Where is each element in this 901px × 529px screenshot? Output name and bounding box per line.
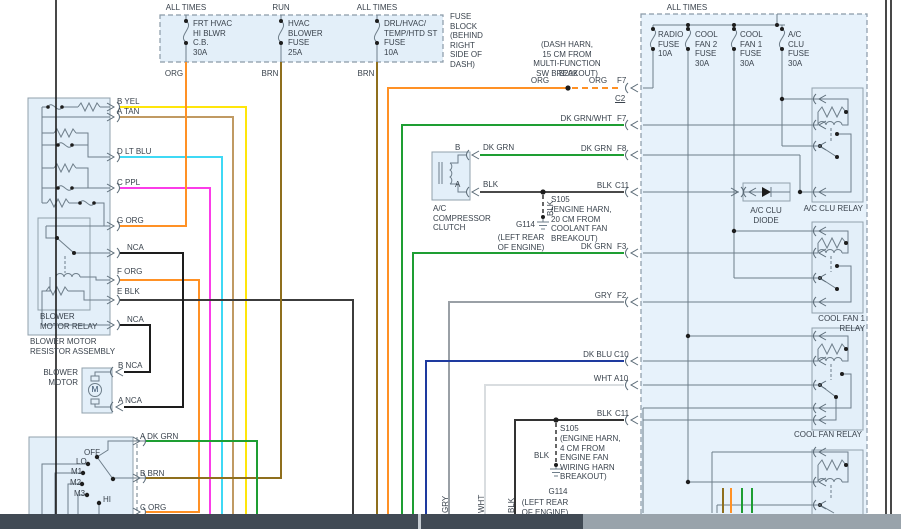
connector-c10: C10: [614, 350, 629, 360]
splice-s105-lower-note: (ENGINE HARN, 4 CM FROM ENGINE FAN WIRIN…: [560, 434, 620, 482]
wire-label-dk-grn-1: DK GRN: [532, 144, 612, 154]
horizontal-scrollbar-thumb[interactable]: [0, 514, 583, 529]
wire-brn-fuse2: [146, 62, 281, 478]
wiring-diagram-page: HOT AT ALL TIMES HOT IN RUN HOT AT ALL T…: [0, 0, 901, 529]
switch-pin-c: C ORG: [140, 503, 166, 513]
clutch-pin-a: A: [455, 180, 460, 190]
splice-s105-lower: S105: [560, 424, 579, 434]
switch-pin-a: A DK GRN: [140, 432, 178, 442]
wiring-diagram-svg: [0, 0, 901, 529]
wire-label-gry: GRY: [532, 291, 612, 301]
resistor-pin-b: B YEL: [117, 97, 140, 107]
ground-g114-upper-note: (LEFT REAR OF ENGINE): [498, 233, 545, 252]
header-hot-in-run: HOT IN RUN: [268, 0, 295, 12]
wire-label-dk-blu: DK BLU: [532, 350, 612, 360]
ground-g114-lower: G114: [549, 487, 568, 497]
resistor-pin-nca-1: NCA: [127, 243, 144, 253]
resistor-pin-e: E BLK: [117, 287, 140, 297]
wire-label-gry-rot: GRY: [441, 496, 451, 513]
wire-label-org-left: ORG: [531, 76, 549, 86]
resistor-pin-c: C PPL: [117, 178, 140, 188]
splice-s202-label: S202: [559, 69, 578, 79]
clutch-name: A/C COMPRESSOR CLUTCH: [433, 204, 491, 233]
fuse-ac-clu-label: A/C CLU FUSE 30A: [788, 30, 809, 68]
wire-label-wht-rot: WHT: [477, 495, 487, 513]
fuse-frt-hvac-label: FRT HVAC HI BLWR C.B. 30A: [193, 19, 232, 57]
wire-label-blk-1: BLK: [532, 181, 612, 191]
scrollbar-notch: [418, 514, 421, 529]
connector-a10: A10: [614, 374, 628, 384]
connector-c2: C2: [615, 94, 625, 104]
wire-label-org-right: ORG: [589, 76, 607, 86]
switch-pin-b: B BRN: [140, 469, 164, 479]
switch-pos-lo: LO: [76, 457, 87, 467]
wire-label-brn-1: BRN: [262, 69, 279, 79]
connector-f8: F8: [617, 144, 626, 154]
connector-f3: F3: [617, 242, 626, 252]
wire-label-blk-rot-1: BLK: [546, 201, 556, 216]
blower-motor-resistor-assembly-label: BLOWER MOTOR RESISTOR ASSEMBLY: [30, 337, 115, 356]
wire-lt-blu: [120, 157, 222, 529]
header-hot-at-all-times-2: HOT AT ALL TIMES: [357, 0, 397, 12]
ground-g114-upper: G114: [516, 220, 535, 230]
fuse-cool-fan-2-label: COOL FAN 2 FUSE 30A: [695, 30, 718, 68]
connector-f7-a: F7: [617, 76, 626, 86]
wire-label-blk-2: BLK: [532, 409, 612, 419]
clutch-pin-b: B: [455, 143, 460, 153]
resistor-pin-g: G ORG: [117, 216, 144, 226]
motor-m-symbol: M: [92, 385, 99, 395]
resistor-pin-d: D LT BLU: [117, 147, 151, 157]
fuse-radio-label: RADIO FUSE 10A: [658, 30, 683, 59]
cool-fan-relay-box: [812, 328, 863, 430]
ac-clu-relay-label: A/C CLU RELAY: [793, 204, 863, 214]
switch-pos-m1: M1: [71, 467, 82, 477]
motor-pin-a: A NCA: [118, 396, 142, 406]
wire-label-dk-grn-wht: DK GRN/WHT: [532, 114, 612, 124]
switch-pos-hi: HI: [103, 495, 111, 505]
header-hot-at-all-times-3: HOT AT ALL TIMES: [667, 0, 707, 12]
connector-f7-b: F7: [617, 114, 626, 124]
horizontal-scrollbar-track[interactable]: [0, 514, 901, 529]
motor-pin-b: B NCA: [118, 361, 142, 371]
connector-f2: F2: [617, 291, 626, 301]
header-hot-at-all-times-1: HOT AT ALL TIMES: [166, 0, 206, 12]
wire-label-wht: WHT: [532, 374, 612, 384]
cool-fan-relay-label: COOL FAN RELAY: [792, 430, 862, 440]
wire-label-blk-3: BLK: [534, 451, 549, 461]
clutch-pin-b-color: DK GRN: [483, 143, 514, 153]
resistor-pin-nca-2: NCA: [127, 315, 144, 325]
switch-pos-m3: M3: [74, 489, 85, 499]
connector-c11-a: C11: [615, 181, 629, 191]
cool-fan-1-relay-label: COOL FAN 1 RELAY: [793, 314, 865, 333]
ac-clu-diode-label: A/C CLU DIODE: [750, 206, 782, 225]
fuse-block-location-label: FUSE BLOCK (BEHIND RIGHT SIDE OF DASH): [450, 12, 483, 69]
resistor-pin-a: A TAN: [117, 107, 139, 117]
splice-s105-upper-note: (ENGINE HARN, 20 CM FROM COOLANT FAN BRE…: [551, 205, 611, 243]
blower-motor-relay-label: BLOWER MOTOR RELAY: [40, 312, 98, 331]
wire-label-org-1: ORG: [165, 69, 183, 79]
fuse-hvac-blower-label: HVAC BLOWER FUSE 25A: [288, 19, 323, 57]
resistor-pin-f: F ORG: [117, 267, 142, 277]
wire-blk-pinE: [120, 300, 353, 529]
clutch-pin-a-color: BLK: [483, 180, 498, 190]
switch-pos-m2: M2: [70, 478, 81, 488]
connector-c11-b: C11: [615, 409, 629, 419]
wire-label-blk-rot-2: BLK: [507, 498, 517, 513]
wire-label-brn-2: BRN: [358, 69, 375, 79]
blower-motor-label: BLOWER MOTOR: [34, 368, 78, 387]
wire-org-fuse1: [120, 62, 186, 226]
fuse-cool-fan-1-label: COOL FAN 1 FUSE 30A: [740, 30, 763, 68]
fuse-drl-hvac-label: DRL/HVAC/ TEMP/HTD ST FUSE 10A: [384, 19, 437, 57]
